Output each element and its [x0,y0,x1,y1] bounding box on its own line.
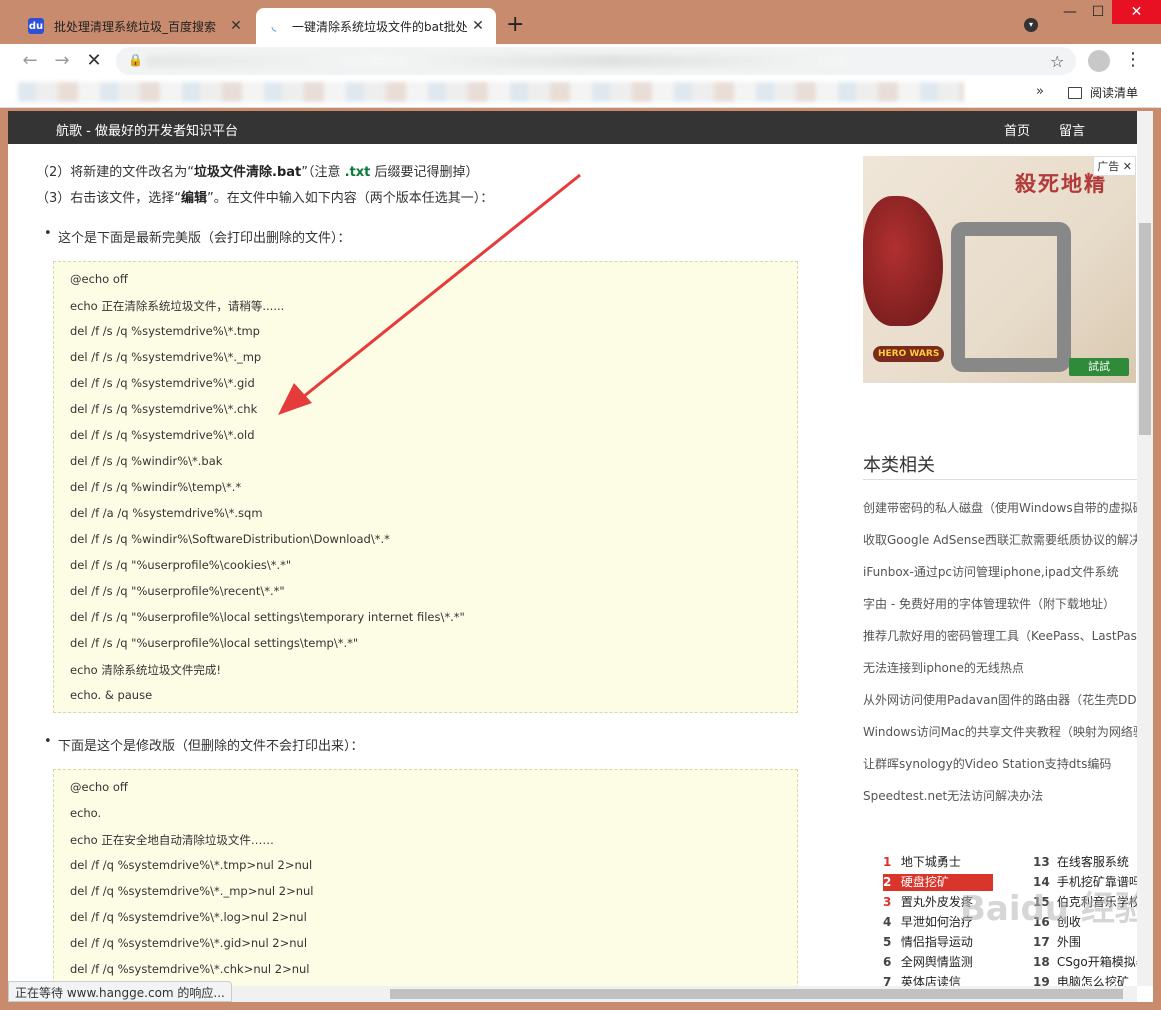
ranking-item[interactable]: 17 外围 [1033,934,1153,951]
ranking-text: CSgo开箱模拟器 [1053,955,1148,969]
site-nav-bar: 航歌 - 做最好的开发者知识平台 首页 留言 [8,111,1137,144]
blurred-bookmarks [18,82,964,102]
tab-close-icon[interactable]: ✕ [228,18,244,34]
ranking-text: 硬盘挖矿 [897,875,949,889]
forward-arrow-icon[interactable]: → [50,50,74,72]
ranking-number: 1 [883,855,892,869]
loading-spinner-icon: ◟ [271,19,277,33]
related-divider [863,479,1137,480]
related-link[interactable]: iFunbox-通过pc访问管理iphone,ipad文件系统 [863,563,1137,580]
code-line: del /f /s /q "%userprofile%\cookies\*.*" [70,558,292,572]
ad-tag[interactable]: 广告 ✕ [1093,156,1136,176]
ranking-number: 4 [883,915,892,929]
lock-icon[interactable]: 🔒 [128,53,143,67]
code-line: del /f /s /q "%userprofile%\local settin… [70,636,359,650]
code-line: echo. [70,806,102,820]
dragon-image [863,196,943,326]
code-line: del /f /s /q %windir%\*.bak [70,454,223,468]
scroll-thumb[interactable] [1139,223,1151,435]
tab-baidu-search[interactable]: du 批处理清理系统垃圾_百度搜索 ✕ [18,8,254,44]
tab-title: 批处理清理系统垃圾_百度搜索 [54,19,217,34]
tab-title: 一键清除系统垃圾文件的bat批处 [292,19,468,34]
tab-hangge-article[interactable]: ◟ 一键清除系统垃圾文件的bat批处 ✕ [256,8,496,44]
related-link[interactable]: 创建带密码的私人磁盘（使用Windows自带的虚拟磁 [863,499,1137,516]
back-arrow-icon[interactable]: ← [18,50,42,72]
code-line: del /f /s /q "%userprofile%\local settin… [70,610,465,624]
ranking-number: 17 [1033,935,1050,949]
code-line: del /f /a /q %systemdrive%\*.sqm [70,506,263,520]
reading-list-label: 阅读清单 [1090,86,1139,100]
related-link[interactable]: 让群晖synology的Video Station支持dts编码 [863,755,1137,772]
ranking-number: 18 [1033,955,1050,969]
code-line: del /f /q %systemdrive%\*._mp>nul 2>nul [70,884,314,898]
ranking-item[interactable]: 5 情侣指导运动 [883,934,993,951]
browser-toolbar: ← → ✕ 🔒 ☆ ⋮ [0,44,1161,78]
bookmark-star-icon[interactable]: ☆ [1050,52,1064,71]
profile-avatar[interactable] [1088,50,1110,72]
code-line: echo 清除系统垃圾文件完成! [70,663,221,677]
bookmarks-overflow-icon[interactable]: » [1036,84,1044,99]
reading-list-button[interactable]: 阅读清单 [1068,84,1138,101]
related-link[interactable]: 从外网访问使用Padavan固件的路由器（花生壳DDN [863,691,1137,708]
ranking-text: 外围 [1053,935,1081,949]
code-line: del /f /s /q "%userprofile%\recent\*.*" [70,584,285,598]
code-line: del /f /s /q %windir%\temp\*.* [70,480,242,494]
tab-search-icon[interactable]: ▾ [1024,18,1038,32]
related-link[interactable]: Speedtest.net无法访问解决办法 [863,787,1137,804]
related-link[interactable]: Windows访问Mac的共享文件夹教程（映射为网络驱 [863,723,1137,740]
baidu-favicon-icon: du [28,18,44,34]
address-bar[interactable]: 🔒 [116,47,1076,75]
ranking-number: 3 [883,895,892,909]
hero-wars-logo: HERO WARS [873,346,945,362]
code-line: del /f /s /q %windir%\SoftwareDistributi… [70,532,390,546]
ranking-number: 5 [883,935,892,949]
related-link[interactable]: 无法连接到iphone的无线热点 [863,659,1137,676]
code-line: del /f /q %systemdrive%\*.tmp>nul 2>nul [70,858,313,872]
tab-close-icon[interactable]: ✕ [470,18,486,34]
ranking-text: 全网舆情监测 [897,955,973,969]
red-annotation-arrow [278,173,581,415]
ranking-text: 情侣指导运动 [897,935,973,949]
status-bubble: 正在等待 www.hangge.com 的响应... [8,981,232,1002]
ranking-text: 地下城勇士 [897,855,961,869]
page-viewport: （1）在桌面上单击鼠标右键，选择 新建-选择 文本文档 （2）将新建的文件改名为… [8,111,1153,1002]
code-block-2: @echo off echo. echo 正在安全地自动清除垃圾文件…… del /f… [53,769,798,1002]
ranking-item[interactable]: 6 全网舆情监测 [883,954,993,971]
code-line: del /f /q %systemdrive%\*.log>nul 2>nul [70,910,307,924]
code-line: del /f /q %systemdrive%\*.gid>nul 2>nul [70,936,308,950]
window-close-button[interactable]: ✕ [1112,0,1161,24]
reading-list-icon [1068,86,1082,99]
related-link[interactable]: 字由 - 免费好用的字体管理软件（附下载地址） [863,595,1137,612]
puzzle-image [951,222,1071,372]
code-line: del /f /q %systemdrive%\*.chk>nul 2>nul [70,962,310,976]
tab-strip: du 批处理清理系统垃圾_百度搜索 ✕ ◟ 一键清除系统垃圾文件的bat批处 ✕… [0,0,1161,44]
related-heading: 本类相关 [863,455,935,476]
baidu-jingyan-watermark: Baidu 经验 [960,889,1149,929]
ranking-number: 6 [883,955,892,969]
ranking-number: 13 [1033,855,1050,869]
ranking-item[interactable]: 18 CSgo开箱模拟器 [1033,954,1153,971]
bookmarks-bar: » 阅读清单 [0,78,1161,108]
code-line: @echo off [70,780,128,794]
nav-home-link[interactable]: 首页 [1004,120,1030,139]
scroll-thumb[interactable] [390,989,1123,999]
vertical-scrollbar[interactable] [1137,111,1153,986]
nav-message-link[interactable]: 留言 [1059,120,1085,139]
ad-try-button[interactable]: 試試 [1069,358,1129,376]
new-tab-button[interactable]: + [506,14,524,36]
blurred-url [146,55,846,67]
site-brand[interactable]: 航歌 - 做最好的开发者知识平台 [56,120,238,139]
bullet-modified-version: 下面是这个是修改版（但删除的文件不会打印出来）： [44,734,363,754]
ranking-item[interactable]: 1 地下城勇士 [883,854,993,871]
related-link[interactable]: 收取Google AdSense西联汇款需要纸质协议的解决办 [863,531,1137,548]
code-line: echo 正在安全地自动清除垃圾文件…… [70,833,274,847]
ranking-number: 2 [883,875,892,889]
related-link[interactable]: 推荐几款好用的密码管理工具（KeePass、LastPass [863,627,1137,644]
code-line: echo. & pause [70,688,153,702]
stop-loading-icon[interactable]: ✕ [82,50,106,72]
game-advertisement[interactable]: 殺死地精 广告 ✕ HERO WARS 試試 [863,156,1136,383]
ranking-item[interactable]: 13 在线客服系统 [1033,854,1153,871]
ranking-text: 在线客服系统 [1053,855,1129,869]
browser-menu-icon[interactable]: ⋮ [1124,49,1142,70]
